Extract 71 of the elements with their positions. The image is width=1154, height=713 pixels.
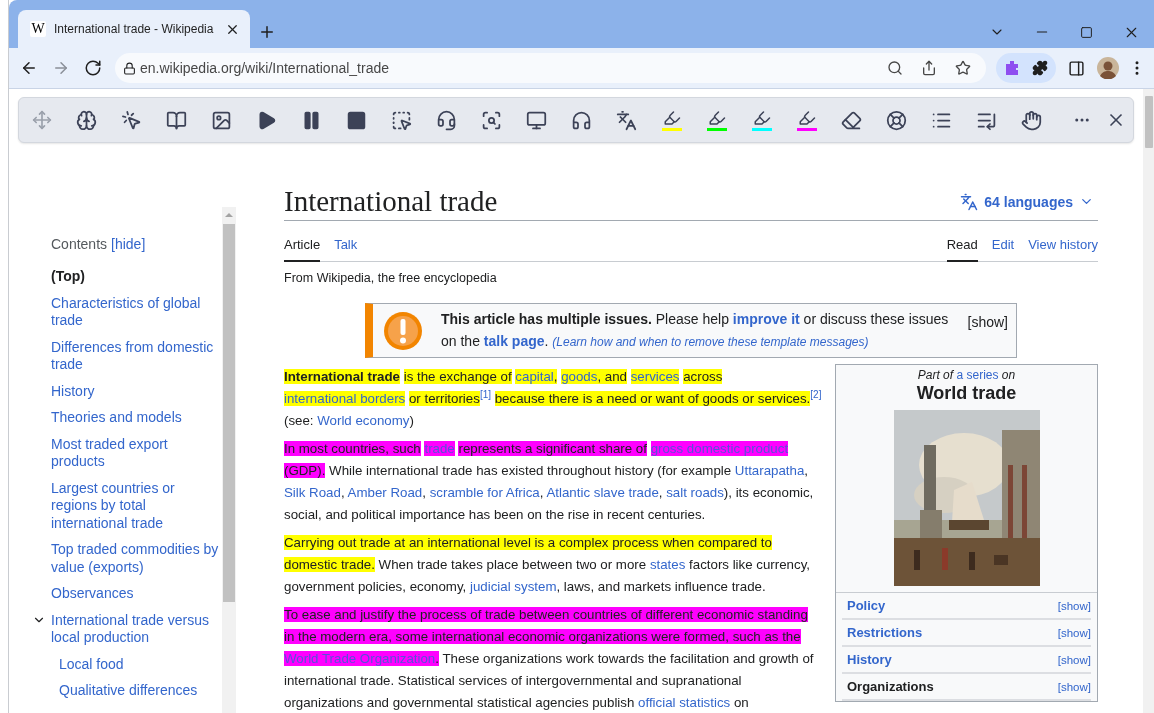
- highlighted-text: or territories: [408, 391, 480, 406]
- text-link[interactable]: salt roads: [666, 485, 724, 500]
- toc-link[interactable]: Theories and models: [51, 409, 222, 427]
- highlighted-text: , and: [597, 369, 627, 384]
- toc-link[interactable]: Top traded commodities by value (exports): [51, 541, 222, 576]
- highlighted-text: in the modern era, some international economic organizations were formed, such as the: [284, 629, 801, 644]
- toc-link[interactable]: Qualitative differences: [59, 682, 222, 700]
- show-toggle[interactable]: [show]: [1057, 599, 1091, 612]
- text-link[interactable]: scramble for Africa: [429, 485, 540, 500]
- toc-title: Contents: [51, 236, 108, 252]
- highlighted-text: Carrying out trade at an international level is a complex process when compared to: [284, 535, 772, 550]
- text-link[interactable]: (Learn how and when to remove these template messages): [552, 335, 869, 349]
- tab-title: International trade - Wikipedia: [54, 22, 215, 36]
- text-link[interactable]: official statistics: [638, 695, 731, 710]
- page-tab[interactable]: Talk: [334, 235, 358, 262]
- page-tab[interactable]: Read: [946, 235, 978, 262]
- text-link[interactable]: a series: [956, 368, 999, 382]
- article-paragraph: In most countries, such trade represents a significant share of gross domestic product (GDP). While international trade has existed throughout history (for example Uttarapatha, Silk Road, Amber Road, scramble for Africa, Atlantic slave trade, salt roads), its economic, social, and political importance has been on the rise in recent centuries.: [284, 440, 815, 524]
- show-toggle[interactable]: [show]: [1057, 626, 1091, 639]
- address-bar[interactable]: en.wikipedia.org/wiki/International_trade: [115, 53, 986, 83]
- text-link[interactable]: states: [649, 557, 686, 572]
- text-link[interactable]: improve it: [732, 311, 800, 327]
- highlighted-text: To ease and justify the process of trade between countries of different economic standing: [284, 607, 808, 622]
- infobox-pretitle: Part of a series on: [916, 368, 1017, 382]
- infobox-title: World trade: [915, 383, 1018, 404]
- highlighted-text: In most countries, such: [284, 441, 421, 456]
- text-link[interactable]: international borders: [284, 391, 406, 406]
- page-title: International trade: [284, 184, 498, 219]
- section-label[interactable]: Policy: [847, 598, 886, 613]
- page-tab[interactable]: Article: [284, 235, 321, 262]
- text-link[interactable]: talk page: [483, 333, 545, 349]
- show-toggle[interactable]: [show]: [1057, 680, 1091, 693]
- highlighted-text: across: [683, 369, 723, 384]
- toc-toggle[interactable]: [hide]: [111, 236, 146, 252]
- section-label[interactable]: History: [847, 652, 892, 667]
- toc-link[interactable]: International trade versus local production: [51, 611, 222, 647]
- text-link[interactable]: capital: [515, 369, 554, 384]
- toc-link[interactable]: Characteristics of global trade: [51, 294, 222, 330]
- highlighted-text: ,: [553, 369, 558, 384]
- toc-link[interactable]: History: [51, 382, 222, 400]
- favicon: W: [30, 21, 46, 37]
- tagline: From Wikipedia, the free encyclopedia: [284, 271, 498, 285]
- section-label: Organizations: [847, 679, 934, 694]
- toc-link[interactable]: Observances: [51, 585, 222, 603]
- toc-link[interactable]: Most traded export products: [51, 435, 222, 471]
- highlighted-text: International trade: [284, 369, 400, 384]
- notice-text: This article has multiple issues. Please help improve it or discuss these issues on the talk page. (Learn how and when to remove these template messages): [441, 310, 950, 351]
- show-toggle[interactable]: [show]: [1057, 653, 1091, 666]
- page-tab[interactable]: View history: [1028, 235, 1098, 262]
- browser-tab[interactable]: W International trade - Wikipedia: [18, 10, 250, 48]
- toc-link[interactable]: Local food: [59, 655, 222, 673]
- text-link[interactable]: Silk Road: [284, 485, 341, 500]
- languages-button[interactable]: 64 languages: [960, 192, 1098, 211]
- highlighted-text: domestic trade.: [284, 557, 375, 572]
- page-tab[interactable]: Edit: [991, 235, 1015, 262]
- highlighted-text: .: [435, 651, 439, 666]
- highlighted-text: (GDP).: [284, 463, 326, 478]
- toc-link[interactable]: (Top): [51, 268, 222, 286]
- footnote-link[interactable]: [2]: [810, 388, 822, 400]
- highlighted-text: represents a significant share of: [458, 441, 647, 456]
- text-link[interactable]: services: [630, 369, 680, 384]
- highlighted-text: is the exchange of: [403, 369, 512, 384]
- text-link[interactable]: Atlantic slave trade: [546, 485, 659, 500]
- section-label[interactable]: Restrictions: [847, 625, 923, 640]
- toc-link[interactable]: Largest countries or regions by total international trade: [51, 479, 222, 532]
- toc-link[interactable]: Differences from domestic trade: [51, 338, 222, 374]
- article-paragraph: Carrying out trade at an international level is a complex process when compared to domestic trade. When trade takes place between two or more states factors like currency, government policies, economy, judicial system, laws, and markets influence trade.: [284, 534, 811, 596]
- highlighted-text: because there is a need or want of goods or services.: [494, 391, 811, 406]
- show-toggle[interactable]: [show]: [967, 314, 1008, 330]
- text-link[interactable]: World economy: [317, 413, 410, 428]
- article-paragraph: To ease and justify the process of trade between countries of different economic standing in the modern era, some international economic organizations were formed, such as the World Trade Organization. These organizations work towards the facilitation and growth of international trade. Statistical services of intergovernmental and supranational organizations and governmental statistical agencies publish official statistics on: [284, 606, 815, 712]
